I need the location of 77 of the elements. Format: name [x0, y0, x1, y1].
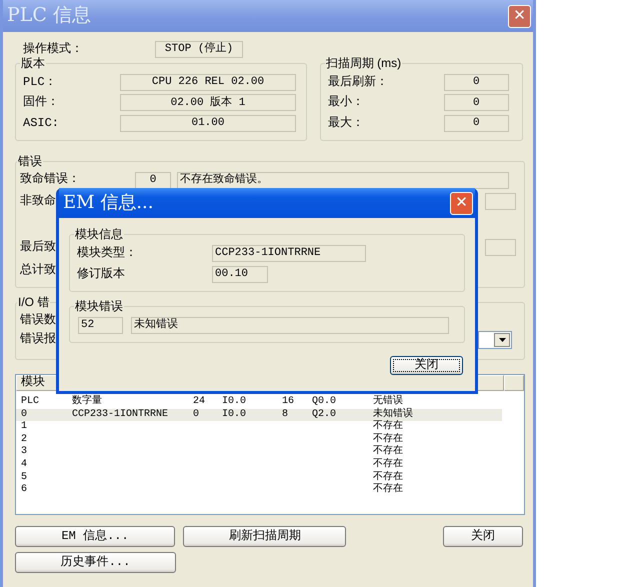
field-label: 错误报 — [20, 332, 56, 347]
field-label: 操作模式： — [23, 42, 84, 56]
list-cell-text: I0.0 — [222, 408, 248, 422]
list-cell-text: 3 — [20, 446, 28, 459]
scan-time-field: 0 — [444, 94, 509, 112]
list-cell-text: 不存在 — [373, 446, 404, 458]
list-cell-text: Q2.0 — [312, 408, 338, 422]
list-row[interactable]: 0 CCP233-1IONTRRNE 0 I0.0 8 Q2.0 未知错误 — [16, 408, 502, 422]
list-cell-text: 16 — [282, 396, 296, 409]
list-cell-text: 4 — [20, 458, 28, 472]
version-field: 01.00 — [120, 114, 296, 132]
field-label: 修订版本 — [77, 268, 126, 282]
dialog-button[interactable]: 历史事件... — [15, 552, 176, 573]
mode-field: STOP (停止) — [155, 41, 243, 58]
list-cell-text: 6 — [20, 484, 28, 497]
list-cell-text: PLC — [20, 396, 40, 409]
field-label: 致命错误： — [20, 173, 81, 188]
group-title: 模块错误 — [74, 300, 124, 314]
dropdown-field[interactable] — [478, 330, 512, 349]
list-cell-text: 不存在 — [373, 434, 404, 445]
list-cell-text: 不存在 — [373, 484, 404, 497]
field-label: 最后刷新： — [328, 76, 389, 90]
dialog-title: EM 信息... — [62, 192, 154, 214]
caret-icon — [498, 338, 506, 342]
list-cell-text: 不存在 — [373, 458, 404, 471]
list-row[interactable]: PLC 数字量 24 I0.0 16 Q0.0 无错误 — [16, 396, 524, 409]
close-button[interactable]: ✕ — [450, 192, 473, 214]
revision-field: 00.10 — [212, 266, 268, 284]
list-row[interactable]: 1 不存在 — [16, 421, 524, 434]
field-label: 最后致 — [20, 240, 56, 255]
list-cell-text: 未知错误 — [373, 408, 414, 420]
dialog-button[interactable]: 关闭 — [443, 526, 523, 547]
list-cell-text: Q0.0 — [312, 396, 338, 409]
field-label: PLC： — [23, 76, 58, 90]
field-label: ASIC: — [23, 116, 60, 130]
list-cell-text: 2 — [20, 434, 28, 446]
dialog-button[interactable]: 刷新扫描周期 — [183, 526, 346, 547]
field-label: 错误数 — [20, 314, 56, 328]
error-code-field: 52 — [78, 316, 123, 334]
list-cell-text: 0 — [193, 408, 200, 422]
list-cell-text: 数字量 — [72, 396, 103, 409]
dialog-button[interactable]: EM 信息... — [15, 526, 176, 547]
list-cell-text: CCP233-1IONTRRNE — [72, 408, 170, 422]
field-label: 最大： — [328, 116, 365, 130]
list-cell-text: 0 — [20, 408, 28, 421]
field-label: 模块类型： — [77, 246, 138, 261]
list-cell-text: 无错误 — [373, 396, 404, 408]
scan-time-field: 0 — [444, 114, 509, 132]
version-field: CPU 226 REL 02.00 — [120, 74, 296, 91]
list-cell-text: 8 — [282, 408, 290, 422]
list-row[interactable]: 3 不存在 — [16, 446, 524, 459]
group-title: I/O 错 — [17, 296, 50, 310]
list-cell-text: 24 — [193, 396, 206, 409]
group-title: 版本 — [20, 57, 46, 70]
module-type-field: CCP233-1IONTRRNE — [212, 245, 366, 262]
list-cell-text: I0.0 — [222, 396, 248, 409]
window-title: PLC 信息 — [6, 5, 91, 27]
group-title: 扫描周期 (ms) — [324, 57, 402, 70]
group-title: 模块信息 — [74, 228, 124, 242]
field-label: 固件： — [23, 96, 60, 110]
list-cell-text: 不存在 — [373, 472, 404, 483]
error-code-field: 0 — [135, 172, 171, 189]
list-row[interactable]: 4 不存在 — [16, 458, 524, 472]
list-cell-text: 不存在 — [373, 421, 404, 433]
scan-time-field: 0 — [444, 74, 509, 91]
group-title: 错误 — [17, 155, 43, 168]
list-cell-text: 1 — [20, 421, 28, 434]
field-label: 总计致 — [20, 264, 56, 278]
close-button[interactable]: ✕ — [508, 4, 531, 28]
field-label: 最小： — [328, 96, 365, 110]
field-label: 非致命 — [20, 194, 56, 209]
list-row[interactable]: 5 不存在 — [16, 472, 524, 484]
list-row[interactable]: 6 不存在 — [16, 484, 524, 497]
list-row[interactable]: 2 不存在 — [16, 434, 524, 446]
list-cell-text: 5 — [20, 472, 28, 484]
dropdown-button[interactable] — [494, 332, 510, 347]
version-field: 02.00 版本 1 — [120, 94, 296, 112]
